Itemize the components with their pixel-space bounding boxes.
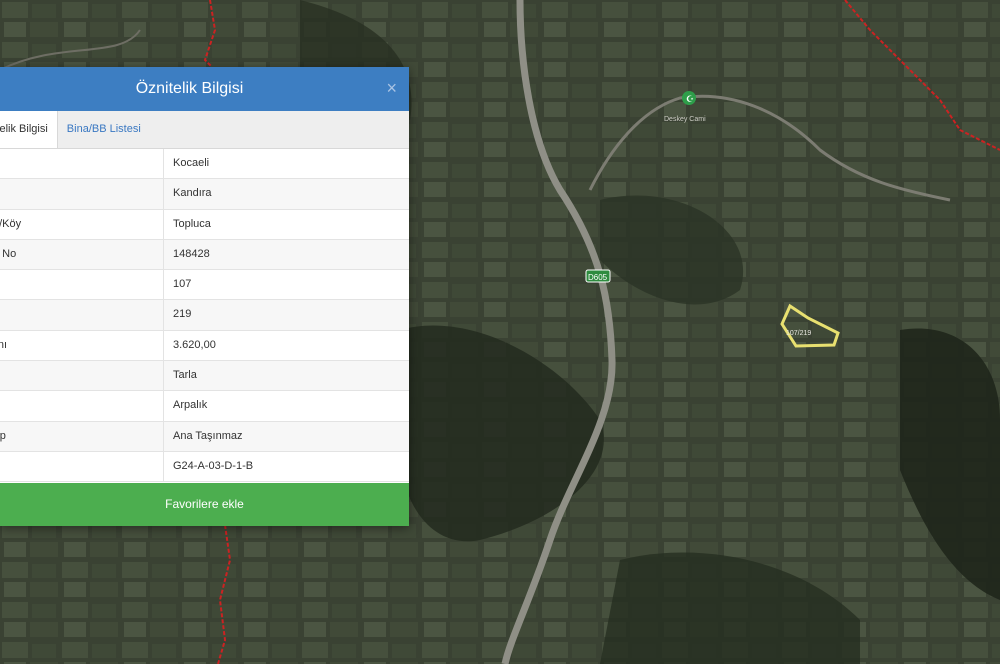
table-row: Kocaeli bbox=[0, 149, 409, 180]
panel-tabs: itelik Bilgisi Bina/BB Listesi bbox=[0, 111, 409, 149]
row-value: 148428 bbox=[173, 247, 210, 260]
add-to-favorites-button[interactable]: Favorilere ekle bbox=[0, 483, 409, 526]
table-row: Alanı 3.620,00 bbox=[0, 330, 409, 362]
tab-attribute-info[interactable]: itelik Bilgisi bbox=[0, 111, 58, 148]
attribute-info-panel: Öznitelik Bilgisi × itelik Bilgisi Bina/… bbox=[0, 67, 409, 526]
row-value: Tarla bbox=[173, 369, 197, 382]
close-icon[interactable]: × bbox=[386, 79, 397, 97]
row-key: alle/Köy bbox=[0, 217, 22, 230]
svg-text:☪: ☪ bbox=[686, 95, 694, 105]
row-value: G24-A-03-D-1-B bbox=[173, 459, 254, 472]
row-key: n Tip bbox=[0, 429, 6, 442]
row-value: Kandıra bbox=[173, 187, 212, 200]
table-row: ikTarla bbox=[0, 361, 409, 392]
tab-building-list[interactable]: Bina/BB Listesi bbox=[58, 111, 150, 148]
table-row: Kandıra bbox=[0, 179, 409, 210]
table-row: el219 bbox=[0, 300, 409, 331]
row-value: Topluca bbox=[173, 217, 211, 230]
panel-header: Öznitelik Bilgisi × bbox=[0, 67, 409, 111]
row-key: Alanı bbox=[0, 338, 8, 351]
table-row: alle No 148428 bbox=[0, 239, 409, 271]
row-value: Kocaeli bbox=[173, 157, 210, 169]
parcel-label: 107/219 bbox=[786, 330, 811, 337]
row-value: 3.620,00 bbox=[173, 338, 216, 351]
table-row: 107 bbox=[0, 270, 409, 301]
row-key: alle No bbox=[0, 247, 17, 260]
road-label: D605 bbox=[588, 273, 608, 282]
attribute-table: Kocaeli Kandıra alle/Köy Topluca alle No 1… bbox=[0, 149, 409, 483]
row-value: 219 bbox=[173, 308, 192, 321]
table-row: n Tip Ana Taşınmaz bbox=[0, 421, 409, 452]
panel-title: Öznitelik Bilgisi bbox=[135, 80, 244, 97]
table-row: alle/Köy Topluca bbox=[0, 209, 409, 240]
table-row: aG24-A-03-D-1-B bbox=[0, 451, 409, 483]
table-row: dıArpalık bbox=[0, 391, 409, 422]
village-label: Deskey Cami bbox=[664, 116, 706, 123]
row-value: Ana Taşınmaz bbox=[173, 429, 243, 442]
row-value: Arpalık bbox=[173, 399, 208, 412]
row-value: 107 bbox=[173, 278, 192, 291]
